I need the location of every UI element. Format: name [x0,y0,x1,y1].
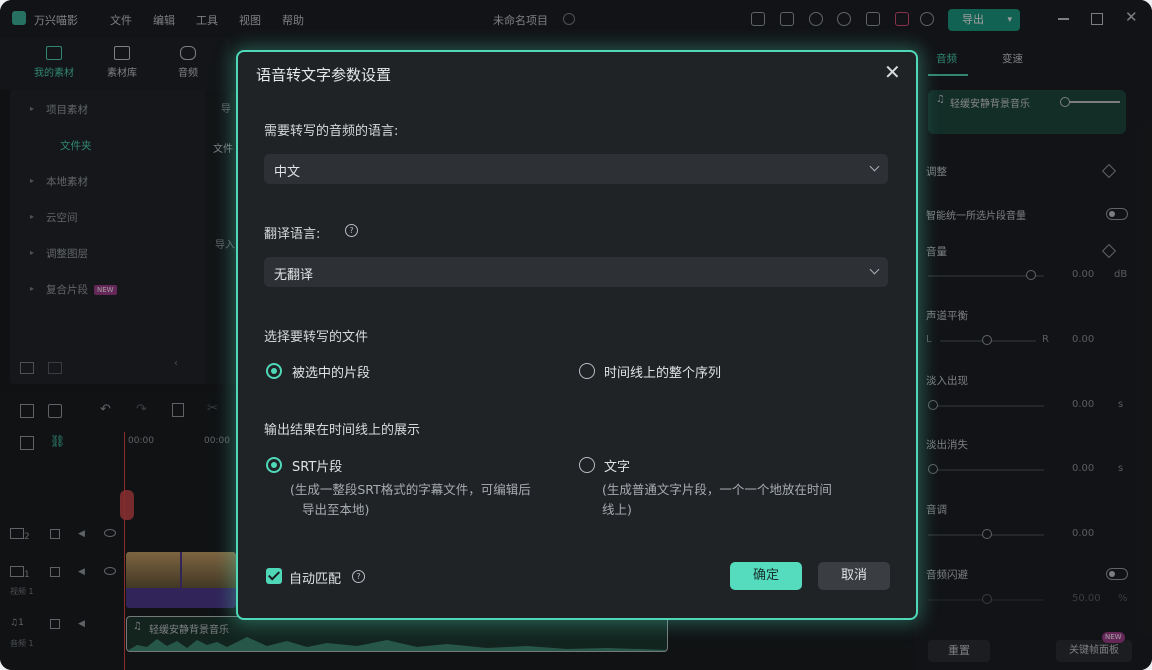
dialog-title: 语音转文字参数设置 [256,66,392,84]
radio-text[interactable] [579,457,595,473]
option-text-description: (生成普通文字片段，一个一个地放在时间 线上) [602,480,832,520]
translate-select[interactable]: 无翻译 [264,257,888,287]
select-file-label: 选择要转写的文件 [264,330,369,345]
help-icon[interactable]: ? [352,570,365,583]
help-icon[interactable]: ? [345,224,358,237]
radio-whole-sequence[interactable] [579,363,595,379]
auto-match-label[interactable]: 自动匹配 [289,568,341,587]
desc-line: 线上) [602,502,632,517]
output-label: 输出结果在时间线上的展示 [264,423,421,438]
cancel-button[interactable]: 取消 [818,562,890,590]
ok-label: 确定 [752,568,779,583]
option-srt-label[interactable]: SRT片段 [292,456,342,475]
audio-language-select[interactable]: 中文 [264,154,888,184]
audio-language-label: 需要转写的音频的语言: [264,124,399,139]
option-whole-sequence-label[interactable]: 时间线上的整个序列 [604,362,721,381]
auto-match-checkbox[interactable] [266,568,282,584]
desc-line: 导出至本地) [302,502,370,517]
cancel-label: 取消 [840,568,867,583]
app-window: 万兴喵影 文件 编辑 工具 视图 帮助 未命名项目 导出 ▾ ✕ 我的素材 素材库… [0,0,1152,670]
option-selected-clip-label[interactable]: 被选中的片段 [292,362,370,381]
speech-to-text-dialog: 语音转文字参数设置 ✕ 需要转写的音频的语言: 中文 翻译语言: ? 无翻译 选… [236,50,918,620]
audio-language-value: 中文 [274,165,301,180]
desc-line: (生成一整段SRT格式的字幕文件，可编辑后 [290,482,531,497]
option-srt-description: (生成一整段SRT格式的字幕文件，可编辑后 导出至本地) [290,480,531,520]
translate-label: 翻译语言: [264,227,321,242]
desc-line: (生成普通文字片段，一个一个地放在时间 [602,482,832,497]
option-text-label[interactable]: 文字 [604,456,630,475]
radio-srt[interactable] [266,457,282,473]
close-icon[interactable]: ✕ [884,60,901,84]
translate-value: 无翻译 [274,268,314,283]
radio-selected-clip[interactable] [266,363,282,379]
chevron-down-icon [869,161,880,172]
chevron-down-icon [869,264,880,275]
ok-button[interactable]: 确定 [730,562,802,590]
